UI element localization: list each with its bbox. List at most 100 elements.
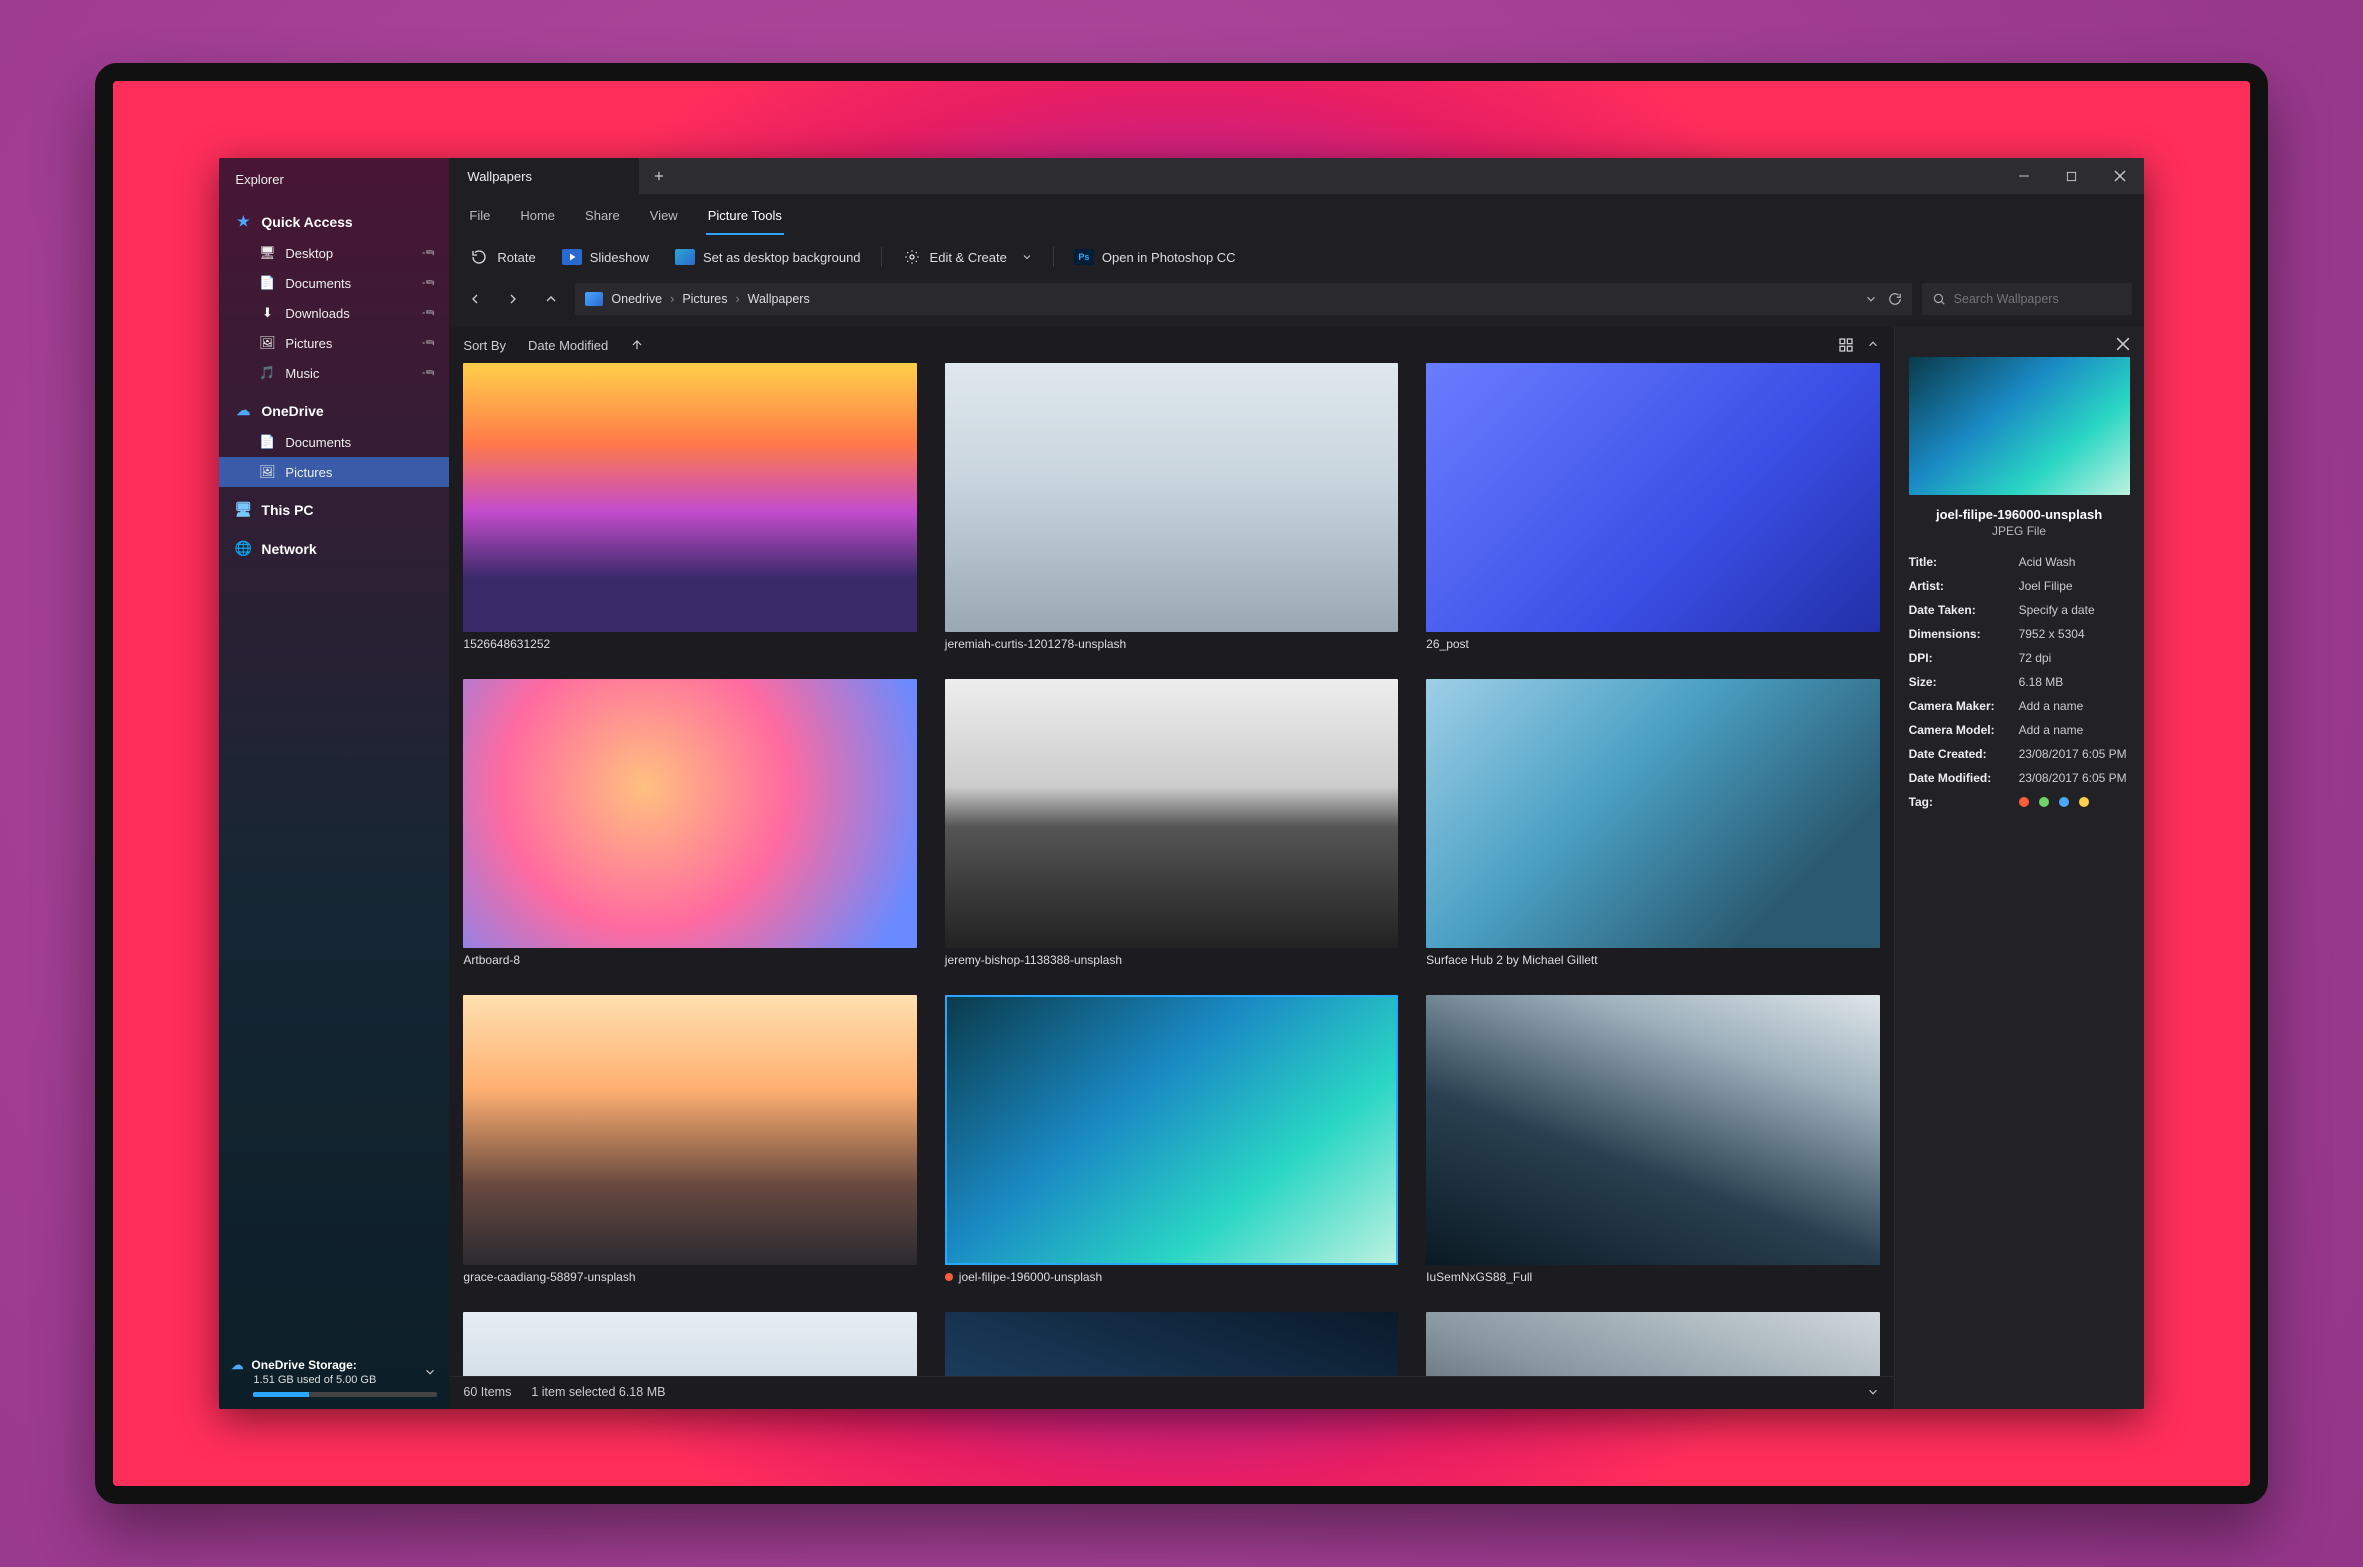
details-value[interactable]: Specify a date [2019, 603, 2130, 617]
breadcrumb[interactable]: Onedrive › Pictures › Wallpapers [575, 283, 1911, 315]
file-tile[interactable]: joel-filipe-196000-unsplash [945, 995, 1398, 1299]
details-value[interactable]: 23/08/2017 6:05 PM [2019, 771, 2130, 785]
breadcrumb-0[interactable]: Onedrive [611, 292, 662, 306]
details-key: Camera Maker: [1909, 699, 2019, 713]
maximize-button[interactable] [2048, 158, 2096, 194]
details-tags[interactable] [2019, 795, 2130, 809]
storage-bar [253, 1392, 437, 1397]
view-grid-button[interactable] [1838, 337, 1854, 353]
sidebar-item-documents[interactable]: 📄 Documents [219, 268, 449, 298]
details-value[interactable]: 72 dpi [2019, 651, 2130, 665]
menu-file[interactable]: File [467, 202, 492, 235]
pin-icon[interactable] [421, 365, 438, 382]
monitor-icon: 🖥 [235, 501, 251, 518]
close-button[interactable] [2096, 158, 2144, 194]
quick-access-header[interactable]: ★ Quick Access [219, 205, 449, 238]
tag-red[interactable] [2019, 797, 2029, 807]
pin-icon[interactable] [421, 245, 438, 262]
search-input[interactable] [1954, 292, 2122, 306]
sort-label[interactable]: Sort By [463, 338, 506, 353]
open-photoshop-button[interactable]: Ps Open in Photoshop CC [1066, 245, 1244, 269]
pin-icon[interactable] [421, 275, 438, 292]
set-background-label: Set as desktop background [703, 250, 861, 265]
magic-icon [902, 249, 922, 265]
file-tile[interactable]: grace-caadiang-58897-unsplash [463, 995, 916, 1299]
history-dropdown-button[interactable] [1864, 292, 1878, 306]
details-row: Dimensions: 7952 x 5304 [1909, 622, 2130, 646]
file-tile[interactable]: Surface Hub 2 by Michael Gillett [1426, 679, 1879, 983]
slideshow-label: Slideshow [590, 250, 649, 265]
folder-icon: 🎵 [259, 365, 275, 381]
thumbnail [945, 363, 1398, 632]
storage-expand-button[interactable] [423, 1365, 437, 1379]
details-value[interactable]: Joel Filipe [2019, 579, 2130, 593]
sidebar-item-music[interactable]: 🎵 Music [219, 358, 449, 388]
file-tile[interactable] [463, 1312, 916, 1376]
file-name: IuSemNxGS88_Full [1426, 1270, 1879, 1300]
network-label: Network [261, 541, 316, 557]
set-background-button[interactable]: Set as desktop background [667, 245, 869, 269]
details-value[interactable]: 23/08/2017 6:05 PM [2019, 747, 2130, 761]
tag-green[interactable] [2039, 797, 2049, 807]
this-pc-header[interactable]: 🖥 This PC [219, 493, 449, 526]
tag-yellow[interactable] [2079, 797, 2089, 807]
breadcrumb-1[interactable]: Pictures [682, 292, 727, 306]
folder-icon: 🖼 [259, 335, 275, 351]
main-area: Wallpapers File Home Share View Picture Tool… [449, 158, 2143, 1409]
rotate-button[interactable]: Rotate [461, 245, 543, 269]
breadcrumb-2[interactable]: Wallpapers [748, 292, 810, 306]
menu-share[interactable]: Share [583, 202, 622, 235]
file-tile[interactable]: jeremiah-curtis-1201278-unsplash [945, 363, 1398, 667]
file-tile[interactable]: IuSemNxGS88_Full [1426, 995, 1879, 1299]
onedrive-label: OneDrive [261, 403, 323, 419]
sort-value[interactable]: Date Modified [528, 338, 608, 353]
details-value[interactable]: 7952 x 5304 [2019, 627, 2130, 641]
file-tile[interactable]: 1526648631252 [463, 363, 916, 667]
menu-view[interactable]: View [648, 202, 680, 235]
refresh-button[interactable] [1888, 292, 1902, 306]
file-tile[interactable]: jeremy-bishop-1138388-unsplash [945, 679, 1398, 983]
details-filetype: JPEG File [1909, 524, 2130, 538]
back-button[interactable] [461, 285, 489, 313]
details-value[interactable]: Add a name [2019, 699, 2130, 713]
file-name: Surface Hub 2 by Michael Gillett [1426, 953, 1879, 983]
slideshow-button[interactable]: Slideshow [554, 245, 657, 269]
star-icon: ★ [235, 213, 251, 230]
thumbnail [945, 1312, 1398, 1376]
pin-icon[interactable] [421, 305, 438, 322]
forward-button[interactable] [499, 285, 527, 313]
collapse-down-button[interactable] [1866, 1385, 1880, 1399]
tab-wallpapers[interactable]: Wallpapers [449, 158, 639, 194]
tag-blue[interactable] [2059, 797, 2069, 807]
file-tile[interactable]: Artboard-8 [463, 679, 916, 983]
details-value[interactable]: Acid Wash [2019, 555, 2130, 569]
details-value[interactable]: 6.18 MB [2019, 675, 2130, 689]
file-tile[interactable] [945, 1312, 1398, 1376]
pin-icon[interactable] [421, 335, 438, 352]
thumbnail-grid[interactable]: 1526648631252 jeremiah-curtis-1201278-un… [449, 363, 1893, 1376]
details-value[interactable]: Add a name [2019, 723, 2130, 737]
explorer-window: Explorer ★ Quick Access 🖥 Desktop 📄 Docu… [219, 158, 2143, 1409]
search-box[interactable] [1922, 283, 2132, 315]
sidebar-item-desktop[interactable]: 🖥 Desktop [219, 238, 449, 268]
sort-row: Sort By Date Modified [449, 327, 1893, 363]
up-button[interactable] [537, 285, 565, 313]
sort-direction-button[interactable] [630, 338, 644, 352]
sidebar-item-downloads[interactable]: ⬇ Downloads [219, 298, 449, 328]
file-tile[interactable] [1426, 1312, 1879, 1376]
sidebar-item-onedrive-pictures[interactable]: 🖼 Pictures [219, 457, 449, 487]
sidebar-item-label: Downloads [285, 306, 349, 321]
edit-create-button[interactable]: Edit & Create [894, 245, 1041, 269]
network-header[interactable]: 🌐 Network [219, 532, 449, 565]
file-tile[interactable]: 26_post [1426, 363, 1879, 667]
onedrive-header[interactable]: ☁ OneDrive [219, 394, 449, 427]
details-close-button[interactable] [2116, 337, 2130, 351]
minimize-button[interactable] [2000, 158, 2048, 194]
menu-picture-tools[interactable]: Picture Tools [706, 202, 784, 235]
collapse-up-button[interactable] [1866, 337, 1880, 353]
sidebar-item-onedrive-documents[interactable]: 📄 Documents [219, 427, 449, 457]
sidebar-item-pictures[interactable]: 🖼 Pictures [219, 328, 449, 358]
menu-home[interactable]: Home [518, 202, 557, 235]
details-key: Artist: [1909, 579, 2019, 593]
new-tab-button[interactable] [639, 158, 679, 194]
